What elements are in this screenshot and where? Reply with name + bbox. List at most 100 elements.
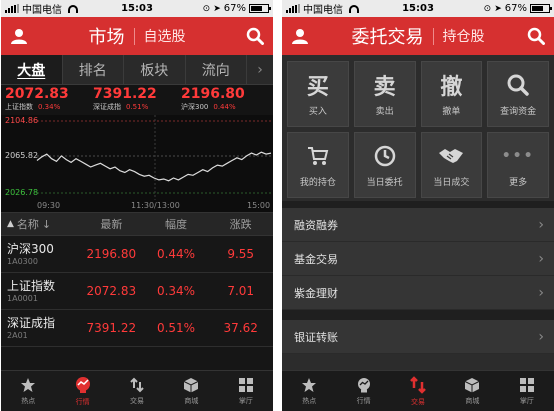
tile-label: 当日成交 — [433, 177, 470, 188]
page-title[interactable]: 市场 — [89, 23, 125, 49]
index-quote-sz[interactable]: 7391.22 深证成指 0.51% — [93, 87, 181, 115]
stock-change: 0.51% — [156, 321, 196, 335]
x-label-close: 15:00 — [247, 201, 271, 210]
quote-icon — [357, 377, 370, 392]
sell-icon: 卖 — [373, 74, 396, 100]
battery-percent: 67% — [223, 3, 246, 14]
more-button[interactable]: ••• 更多 — [487, 132, 549, 198]
exchange-icon — [130, 377, 144, 392]
cart-icon — [307, 146, 329, 165]
user-icon — [292, 29, 308, 44]
stock-latest: 2072.83 — [86, 284, 137, 298]
search-button[interactable] — [518, 17, 554, 55]
nav-label: 行情 — [356, 396, 371, 405]
nav-quotes[interactable]: 行情 — [336, 371, 390, 411]
nav-trade[interactable]: 交易 — [391, 371, 445, 411]
tabs-more-chevron-icon[interactable]: › — [247, 55, 273, 84]
star-icon — [302, 377, 317, 392]
today-deals-button[interactable]: 当日成交 — [420, 132, 483, 198]
location-icon: ➤ — [213, 3, 221, 14]
tab-flow[interactable]: 流向 — [186, 55, 247, 84]
battery-percent: 67% — [504, 3, 527, 14]
signal-icon — [5, 4, 19, 13]
header-change[interactable]: 幅度 — [144, 216, 209, 232]
header-latest[interactable]: 最新 — [79, 216, 144, 232]
handshake-icon — [439, 148, 464, 163]
user-button[interactable] — [1, 17, 37, 55]
nav-hot[interactable]: 热点 — [282, 371, 336, 411]
menu-item-label: 银证转账 — [294, 330, 338, 344]
nav-label: 热点 — [21, 396, 36, 405]
menu-item-margin-trading[interactable]: 融资融券 › — [282, 208, 554, 242]
user-button[interactable] — [282, 17, 318, 55]
box-icon — [465, 377, 480, 392]
status-bar: 中国电信 15:03 ⊙ ➤ 67% — [1, 0, 273, 17]
intraday-chart-svg — [36, 115, 273, 200]
tab-sector[interactable]: 板块 — [124, 55, 186, 84]
menu-item-fund-trading[interactable]: 基金交易 › — [282, 242, 554, 276]
menu-divider — [282, 201, 554, 208]
nav-quotes[interactable]: 行情 — [55, 371, 109, 411]
index-name: 上证指数 — [5, 103, 33, 111]
table-row[interactable]: 上证指数 1A0001 2072.83 0.34% 7.01 — [1, 273, 273, 310]
holdings-link[interactable]: 持仓股 — [443, 26, 485, 46]
screenshot-canvas: 中国电信 15:03 ⊙ ➤ 67% 市场 自选股 大盘 排名 板块 流向 › … — [0, 0, 554, 411]
nav-hall[interactable]: 掌厅 — [500, 371, 554, 411]
buy-icon: 买 — [306, 74, 329, 100]
page-title[interactable]: 委托交易 — [352, 23, 424, 49]
more-dots-icon: ••• — [501, 147, 535, 164]
index-quote-hs300[interactable]: 2196.80 沪深300 0.44% — [181, 87, 269, 115]
today-orders-button[interactable]: 当日委托 — [353, 132, 416, 198]
nav-mall[interactable]: 商城 — [445, 371, 499, 411]
search-button[interactable] — [237, 17, 273, 55]
nav-label: 掌厅 — [238, 396, 253, 405]
carrier-label: 中国电信 — [303, 5, 343, 16]
nav-label: 商城 — [184, 396, 199, 405]
header-name: 名称 — [16, 218, 39, 231]
cancel-order-button[interactable]: 撤 撤单 — [420, 61, 483, 127]
buy-button[interactable]: 买 买入 — [287, 61, 349, 127]
wifi-icon — [68, 4, 78, 13]
market-screen: 中国电信 15:03 ⊙ ➤ 67% 市场 自选股 大盘 排名 板块 流向 › … — [1, 0, 273, 411]
index-price: 7391.22 — [93, 86, 157, 102]
nav-mall[interactable]: 商城 — [164, 371, 218, 411]
index-quote-sh[interactable]: 2072.83 上证指数 0.34% — [5, 87, 93, 115]
sell-button[interactable]: 卖 卖出 — [353, 61, 416, 127]
menu-item-bank-transfer[interactable]: 银证转账 › — [282, 320, 554, 354]
my-holdings-button[interactable]: 我的持仓 — [287, 132, 349, 198]
market-tabs: 大盘 排名 板块 流向 › — [1, 55, 273, 85]
chevron-right-icon: › — [538, 216, 544, 233]
watchlist-link[interactable]: 自选股 — [144, 26, 186, 46]
tab-index[interactable]: 大盘 — [1, 55, 63, 84]
table-row[interactable]: 沪深300 1A0300 2196.80 0.44% 9.55 — [1, 236, 273, 273]
nav-label: 交易 — [411, 397, 426, 406]
search-icon — [246, 27, 264, 45]
search-icon — [507, 74, 529, 96]
y-label-high: 2104.86 — [5, 116, 39, 125]
index-pct: 0.44% — [213, 103, 236, 111]
nav-hot[interactable]: 热点 — [1, 371, 55, 411]
nav-label: 商城 — [465, 396, 480, 405]
stock-code: 2A01 — [7, 330, 28, 340]
carrier-label: 中国电信 — [22, 5, 62, 16]
rotation-lock-icon: ⊙ — [483, 3, 492, 14]
intraday-chart[interactable]: 2104.86 2065.82 2026.78 — [1, 115, 273, 200]
index-name: 沪深300 — [181, 103, 209, 111]
tab-ranking[interactable]: 排名 — [63, 55, 124, 84]
menu-item-wealth-management[interactable]: 紫金理财 › — [282, 276, 554, 310]
wifi-icon — [349, 4, 359, 13]
tile-label: 撤单 — [442, 106, 461, 117]
query-funds-button[interactable]: 查询资金 — [487, 61, 549, 127]
sort-by-name-button[interactable]: ▲ 名称 ↓ — [1, 216, 79, 232]
table-row[interactable]: 深证成指 2A01 7391.22 0.51% 37.62 — [1, 310, 273, 347]
nav-label: 行情 — [75, 397, 90, 406]
tile-label: 当日委托 — [366, 177, 403, 188]
signal-icon — [286, 4, 300, 13]
nav-hall[interactable]: 掌厅 — [219, 371, 273, 411]
header-rise[interactable]: 涨跌 — [208, 216, 273, 232]
y-label-low: 2026.78 — [5, 188, 39, 197]
location-icon: ➤ — [494, 3, 502, 14]
nav-trade[interactable]: 交易 — [110, 371, 164, 411]
nav-label: 热点 — [302, 396, 317, 405]
chevron-right-icon: › — [538, 250, 544, 267]
